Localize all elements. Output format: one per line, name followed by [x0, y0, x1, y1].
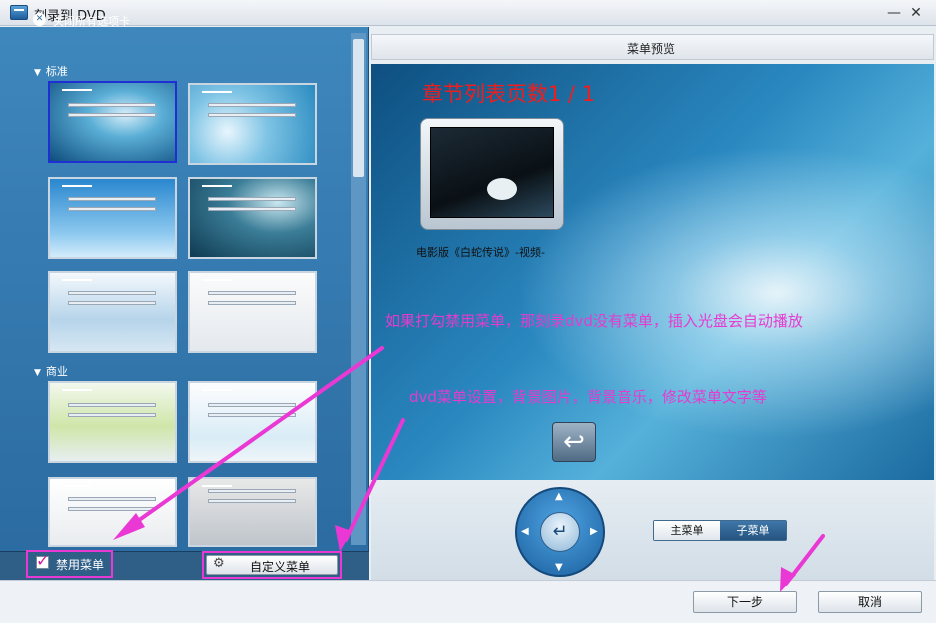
disable-menu-label[interactable]: 禁用菜单: [56, 556, 104, 573]
arrow-down-icon[interactable]: ▼: [555, 562, 563, 573]
gear-icon: ⚙: [213, 556, 225, 571]
template-thumb-8[interactable]: [188, 381, 317, 463]
enter-icon[interactable]: ↵: [540, 512, 580, 552]
disable-menu-checkbox[interactable]: ✓: [36, 551, 49, 570]
template-thumb-9[interactable]: [48, 477, 177, 547]
arrow-up-icon[interactable]: ▲: [555, 491, 563, 502]
custom-menu-label[interactable]: 自定义菜单: [250, 558, 310, 575]
template-thumb-10[interactable]: [188, 477, 317, 547]
close-all-icon[interactable]: ✕: [33, 13, 46, 26]
close-all-tabs-link[interactable]: 关闭所有选项卡: [53, 13, 130, 29]
expand-arrow-icon: ▼: [34, 368, 41, 378]
preview-title: 菜单预览: [627, 42, 676, 56]
category-standard[interactable]: ▼ 标准: [34, 63, 68, 79]
main-menu-tab[interactable]: 主菜单: [654, 521, 720, 540]
annotation-custom-menu: dvd菜单设置，背景图片，背景音乐，修改菜单文字等: [409, 388, 767, 406]
title-bar: [0, 0, 936, 26]
return-icon[interactable]: ↩: [552, 422, 596, 462]
scrollbar-thumb[interactable]: [353, 39, 364, 177]
template-thumb-6[interactable]: [188, 271, 317, 353]
close-button[interactable]: ✕: [906, 4, 926, 22]
minimize-button[interactable]: —: [884, 4, 904, 22]
chapter-label: 电影版《白蛇传说》-视频-: [416, 246, 545, 259]
category-business[interactable]: ▼ 商业: [34, 363, 68, 379]
template-thumb-5[interactable]: [48, 271, 177, 353]
dvd-app-icon: [10, 5, 28, 20]
arrow-left-icon[interactable]: ◀: [521, 526, 529, 537]
template-thumb-2[interactable]: [188, 83, 317, 165]
next-button[interactable]: 下一步: [693, 591, 797, 613]
chapter-page-count: 章节列表页数1 / 1: [422, 82, 596, 106]
template-thumb-3[interactable]: [48, 177, 177, 259]
sub-menu-tab[interactable]: 子菜单: [720, 521, 786, 540]
template-thumb-7[interactable]: [48, 381, 177, 463]
expand-arrow-icon: ▼: [34, 68, 41, 78]
chapter-thumbnail[interactable]: [430, 127, 554, 218]
checkmark-icon: ✓: [36, 551, 50, 570]
template-thumb-4[interactable]: [188, 177, 317, 259]
cancel-button[interactable]: 取消: [818, 591, 922, 613]
template-thumb-1[interactable]: [48, 81, 177, 163]
annotation-disable-menu: 如果打勾禁用菜单，那刻录dvd没有菜单，插入光盘会自动播放: [385, 312, 803, 330]
arrow-right-icon[interactable]: ▶: [590, 526, 598, 537]
